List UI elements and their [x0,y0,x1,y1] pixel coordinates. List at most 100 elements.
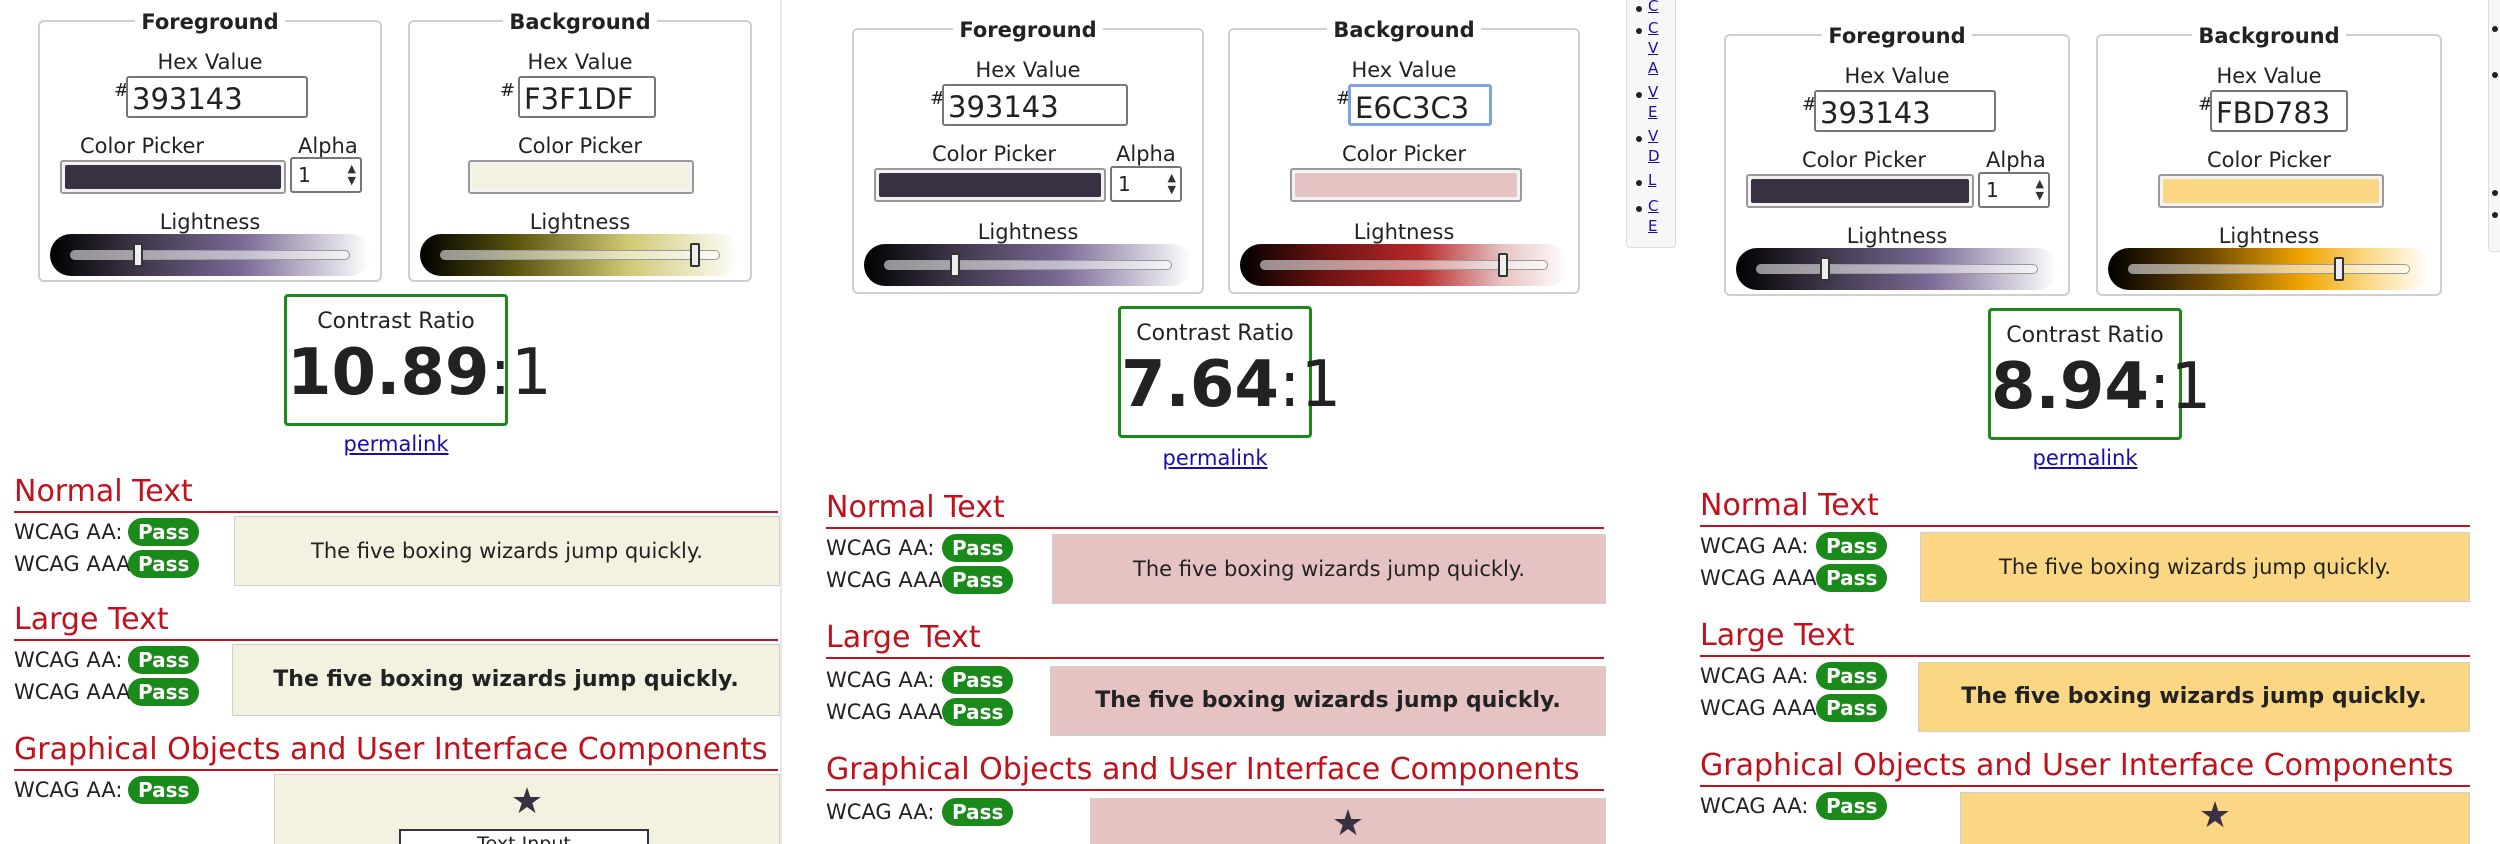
alpha-value: 1 [1118,172,1131,196]
background-fieldset: Background Hex Value # F3F1DF Color Pick… [408,10,752,282]
side-nav-link[interactable]: E [1648,216,1657,236]
spinner-icon[interactable]: ▲ ▼ [1168,172,1176,196]
foreground-alpha-input[interactable]: 1 ▲ ▼ [290,157,362,193]
side-nav-link[interactable]: D [1648,146,1660,166]
background-lightness-slider[interactable] [1240,244,1568,286]
contrast-ratio-box: Contrast Ratio 8.94:1 [1988,308,2211,440]
side-nav-link[interactable]: C [1648,18,1658,38]
normal-text-sample: The five boxing wizards jump quickly. [1920,532,2470,602]
bullet [2492,26,2498,32]
color-picker-label: Color Picker [1802,148,1927,172]
wcag-aaa-label: WCAG AAA: [1700,696,1824,720]
side-nav-link[interactable]: A [1648,58,1658,78]
foreground-lightness-slider[interactable] [50,234,370,276]
contrast-ratio-value: 7.64:1 [1121,348,1341,422]
slider-thumb[interactable] [133,243,143,267]
foreground-legend: Foreground [953,18,1103,42]
background-hex-input[interactable]: E6C3C3 [1348,84,1492,126]
graphical-sample: ★ [1960,792,2470,844]
background-color-fill [1295,173,1517,197]
slider-thumb[interactable] [950,253,960,277]
side-nav-link[interactable]: C [1648,196,1658,216]
slider-thumb[interactable] [1820,257,1830,281]
normal-text-heading: Normal Text [14,474,778,513]
pass-badge: Pass [128,678,200,706]
foreground-color-fill [65,165,281,189]
background-lightness-slider[interactable] [2108,248,2430,290]
hex-value-label: Hex Value [1351,58,1457,82]
lightness-label: Lightness [977,220,1079,244]
background-color-picker[interactable] [1290,168,1522,202]
lightness-label: Lightness [1353,220,1455,244]
side-nav-link[interactable]: C [1648,0,1658,16]
wcag-aa-label: WCAG AA: [1700,664,1809,688]
foreground-hex-input[interactable]: 393143 [1814,90,1996,132]
contrast-ratio-value: 10.89:1 [287,336,552,410]
foreground-hex-input[interactable]: 393143 [942,84,1128,126]
lightness-label: Lightness [1846,224,1948,248]
slider-track [1756,264,2038,274]
foreground-hex-input[interactable]: 393143 [126,76,308,118]
slider-thumb[interactable] [690,243,700,267]
foreground-color-picker[interactable] [874,168,1106,202]
pass-badge: Pass [942,698,1014,726]
background-color-picker[interactable] [2158,174,2384,208]
spinner-icon[interactable]: ▲ ▼ [2036,178,2044,202]
wcag-aa-label: WCAG AA: [826,800,935,824]
wcag-aa-label: WCAG AA: [1700,794,1809,818]
lightness-label: Lightness [2218,224,2320,248]
wcag-aaa-label: WCAG AAA: [14,680,138,704]
foreground-alpha-input[interactable]: 1 ▲ ▼ [1978,172,2050,208]
foreground-alpha-input[interactable]: 1 ▲ ▼ [1110,166,1182,202]
lightness-label: Lightness [529,210,631,234]
panel-divider [780,0,782,844]
permalink-link[interactable]: permalink [1988,446,2182,470]
side-nav-link[interactable]: L [1648,170,1656,190]
sample-text-input[interactable]: Text Input [399,829,649,844]
contrast-ratio-box: Contrast Ratio 10.89:1 [284,294,552,426]
wcag-aaa-label: WCAG AAA: [14,552,138,576]
ratio-bold: 10.89 [287,336,490,410]
side-nav-link[interactable]: E [1648,102,1657,122]
background-hex-input[interactable]: FBD783 [2210,90,2348,132]
slider-thumb[interactable] [2334,257,2344,281]
bullet [1636,6,1642,12]
graphical-objects-heading: Graphical Objects and User Interface Com… [14,732,778,771]
pass-badge: Pass [1816,532,1888,560]
slider-track [70,250,350,260]
foreground-color-picker[interactable] [60,160,286,194]
large-text-heading: Large Text [14,602,778,641]
large-text-heading: Large Text [1700,618,2470,657]
bullet [1636,92,1642,98]
bullet [2492,190,2498,196]
background-color-picker[interactable] [468,160,694,194]
bullet [1636,180,1642,186]
bullet [2492,72,2498,78]
background-lightness-slider[interactable] [420,234,740,276]
side-nav-fragment: C C V A V E V D L C E [1622,0,1680,844]
side-nav-link[interactable]: V [1648,82,1658,102]
color-picker-label: Color Picker [517,134,643,158]
background-legend: Background [503,10,657,34]
foreground-lightness-slider[interactable] [864,244,1192,286]
slider-track [440,250,720,260]
side-nav-link[interactable]: V [1648,126,1658,146]
pass-badge: Pass [942,798,1014,826]
normal-text-sample: The five boxing wizards jump quickly. [1052,534,1606,604]
permalink-link[interactable]: permalink [1118,446,1312,470]
hex-value-label: Hex Value [2216,64,2322,88]
foreground-lightness-slider[interactable] [1736,248,2058,290]
slider-thumb[interactable] [1498,253,1508,277]
permalink-link[interactable]: permalink [284,432,508,456]
foreground-color-picker[interactable] [1746,174,1974,208]
background-legend: Background [1327,18,1481,42]
background-legend: Background [2192,24,2346,48]
normal-text-heading: Normal Text [826,490,1604,529]
spinner-icon[interactable]: ▲ ▼ [348,163,356,187]
background-hex-input[interactable]: F3F1DF [518,76,656,118]
side-nav-link[interactable]: V [1648,38,1658,58]
alpha-label: Alpha [298,134,358,158]
contrast-checker-panel-3: Foreground Hex Value # 393143 Color Pick… [1682,0,2472,844]
color-picker-label: Color Picker [2206,148,2332,172]
right-edge-fragment [2484,0,2500,844]
